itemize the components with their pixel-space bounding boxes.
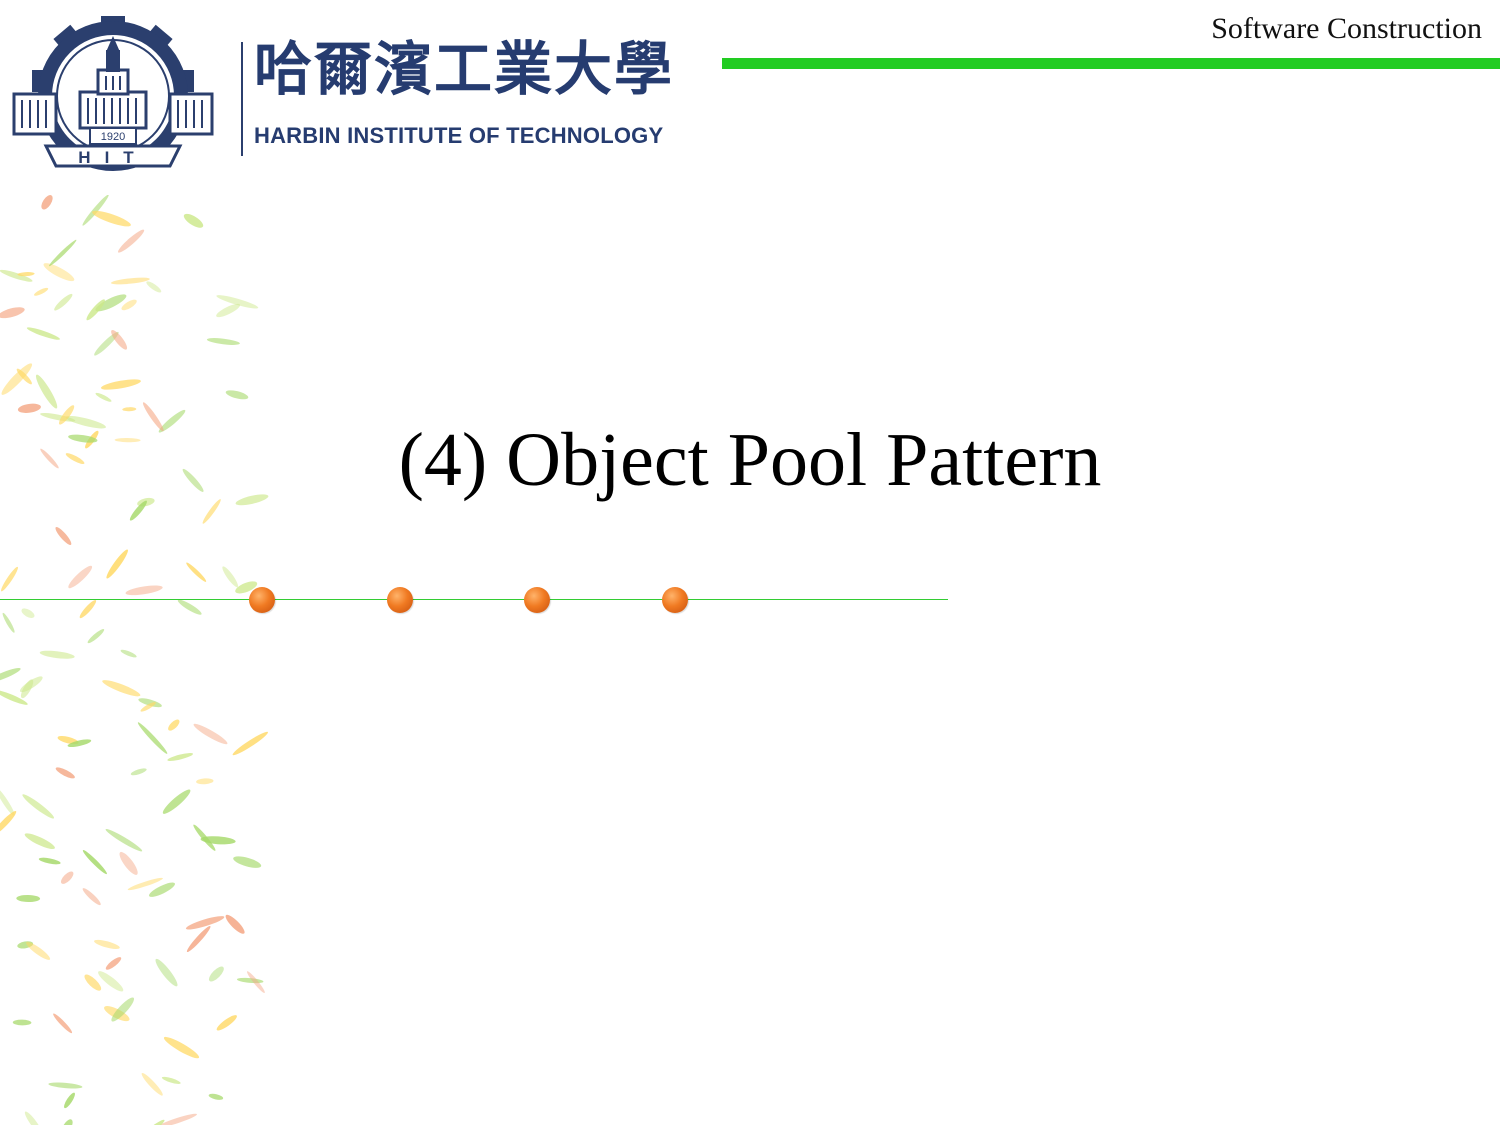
leaf-stroke	[92, 210, 131, 227]
header-rule	[722, 58, 1500, 69]
leaf-stroke	[162, 789, 191, 814]
leaf-stroke	[186, 562, 207, 582]
leaf-stroke	[41, 195, 53, 210]
bullet-dots-row	[0, 586, 948, 616]
leaf-stroke	[163, 1036, 200, 1059]
logo-english-name: HARBIN INSTITUTE OF TECHNOLOGY	[254, 123, 664, 148]
leaf-stroke	[206, 338, 240, 345]
leaf-stroke	[137, 722, 168, 754]
orange-dot-icon	[387, 587, 413, 613]
leaf-stroke	[38, 857, 61, 865]
leaf-stroke	[114, 437, 141, 443]
leaf-stroke	[110, 277, 150, 285]
orange-dot-icon	[249, 587, 275, 613]
leaf-stroke	[105, 828, 143, 852]
leaf-stroke	[61, 1119, 73, 1125]
leaf-stroke	[48, 1082, 83, 1089]
leaf-stroke	[119, 851, 138, 875]
leaf-stroke	[60, 871, 74, 884]
leaf-pattern-decoration	[0, 195, 269, 1125]
header-caption: Software Construction	[1211, 12, 1482, 45]
leaf-stroke	[167, 753, 194, 761]
orange-dot-icon	[662, 587, 688, 613]
leaf-stroke	[53, 1013, 73, 1034]
leaf-stroke	[43, 263, 75, 282]
leaf-stroke	[82, 888, 101, 906]
leaf-stroke	[193, 723, 228, 745]
leaf-stroke	[55, 767, 75, 779]
leaf-stroke	[182, 468, 204, 492]
leaf-stroke	[233, 856, 262, 868]
leaf-stroke	[26, 941, 51, 960]
svg-text:1920: 1920	[101, 131, 125, 143]
leaf-stroke	[54, 293, 73, 311]
leaf-stroke	[39, 650, 75, 659]
leaf-stroke	[196, 778, 214, 785]
leaf-stroke	[65, 453, 85, 465]
leaf-stroke	[87, 629, 105, 644]
leaf-stroke	[155, 958, 178, 987]
svg-text:HIT: HIT	[78, 148, 147, 167]
slide-title: (4) Object Pool Pattern	[398, 418, 1102, 502]
leaf-stroke	[0, 307, 25, 319]
leaf-stroke	[146, 281, 162, 293]
leaf-stroke	[17, 403, 41, 413]
leaf-stroke	[208, 966, 224, 982]
leaf-stroke	[216, 1015, 237, 1031]
leaf-stroke	[100, 379, 141, 390]
leaf-stroke	[122, 407, 137, 412]
leaf-stroke	[168, 719, 180, 731]
logo-chinese-name: 哈爾濱工業大學	[254, 35, 675, 103]
leaf-stroke	[0, 667, 21, 683]
leaf-stroke	[55, 527, 72, 545]
leaf-stroke	[58, 405, 75, 425]
leaf-stroke	[24, 1111, 43, 1125]
leaf-stroke	[0, 810, 17, 835]
leaf-stroke	[12, 1019, 32, 1026]
leaf-stroke	[16, 894, 41, 903]
logo-divider	[241, 42, 243, 156]
leaf-stroke	[26, 327, 60, 340]
leaf-stroke	[157, 1113, 198, 1125]
leaf-stroke	[106, 549, 128, 579]
leaf-stroke	[105, 957, 122, 970]
leaf-stroke	[40, 448, 59, 469]
leaf-stroke	[141, 1073, 163, 1096]
leaf-stroke	[183, 213, 204, 228]
leaf-stroke	[82, 850, 107, 875]
hit-emblem-icon: 1920 HIT	[12, 16, 214, 171]
leaf-stroke	[95, 392, 112, 402]
leaf-stroke	[208, 1093, 224, 1100]
leaf-stroke	[34, 287, 49, 296]
leaf-stroke	[120, 649, 137, 658]
leaf-stroke	[22, 794, 55, 819]
leaf-stroke	[65, 415, 107, 429]
orange-dot-icon	[524, 587, 550, 613]
leaf-stroke	[49, 239, 77, 267]
leaf-stroke	[161, 1076, 181, 1084]
slide: Software Construction 1920 HIT 哈爾濱工業大學 H…	[0, 0, 1500, 1125]
leaf-stroke	[138, 1119, 165, 1125]
leaf-stroke	[158, 409, 186, 433]
leaf-stroke	[142, 402, 164, 432]
leaf-stroke	[130, 768, 147, 776]
leaf-stroke	[94, 939, 120, 949]
leaf-stroke	[17, 272, 35, 277]
leaf-stroke	[202, 499, 221, 524]
leaf-stroke	[64, 1092, 75, 1109]
leaf-stroke	[225, 390, 249, 400]
leaf-stroke	[102, 680, 141, 697]
leaf-stroke	[232, 731, 268, 756]
leaf-stroke	[118, 229, 145, 253]
leaf-stroke	[225, 914, 245, 934]
leaf-stroke	[24, 833, 55, 850]
